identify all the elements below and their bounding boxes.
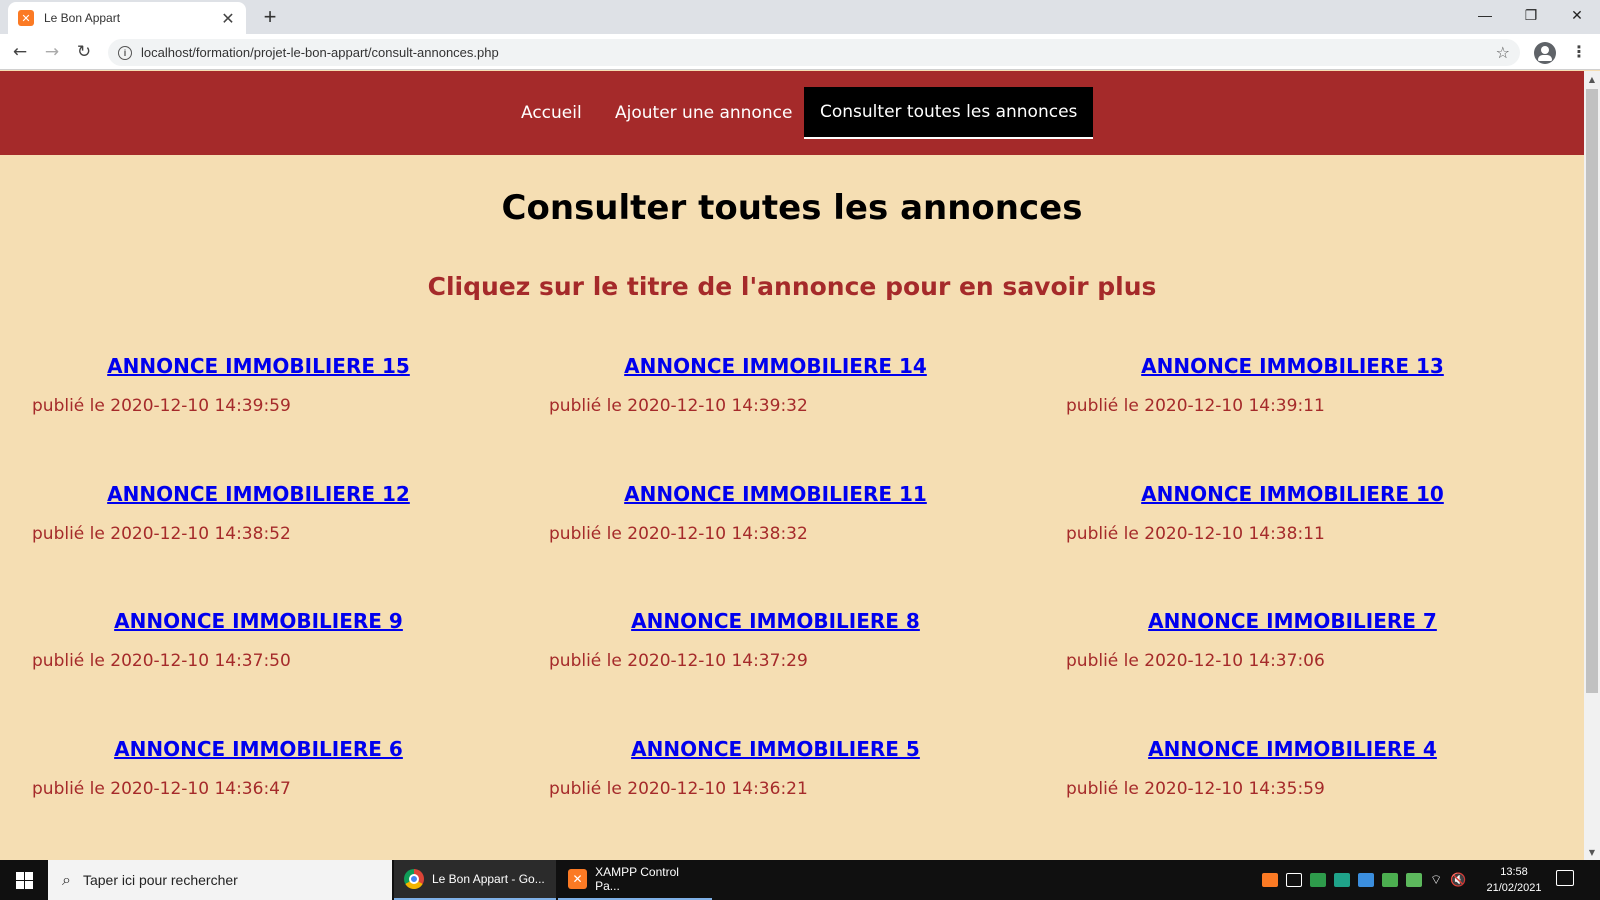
tab-title: Le Bon Appart xyxy=(44,11,121,25)
listing-date: publié le 2020-12-10 14:39:59 xyxy=(32,396,291,416)
listing-title-link[interactable]: ANNONCE IMMOBILIERE 5 xyxy=(517,737,1034,761)
listing-title-link[interactable]: ANNONCE IMMOBILIERE 8 xyxy=(517,609,1034,633)
page-scrollbar[interactable]: ▲ ▼ xyxy=(1584,71,1600,860)
listing-item: ANNONCE IMMOBILIERE 14 publié le 2020-12… xyxy=(517,354,1034,416)
listing-title-link[interactable]: ANNONCE IMMOBILIERE 14 xyxy=(517,354,1034,378)
listing-item: ANNONCE IMMOBILIERE 13 publié le 2020-12… xyxy=(1034,354,1551,416)
listing-date: publié le 2020-12-10 14:36:47 xyxy=(32,779,291,799)
image-tray-icon[interactable] xyxy=(1406,873,1422,887)
tab-close-icon[interactable]: ✕ xyxy=(220,9,236,28)
listing-title-link[interactable]: ANNONCE IMMOBILIERE 13 xyxy=(1034,354,1551,378)
volume-muted-icon[interactable]: 🔇 xyxy=(1450,873,1466,888)
listing-item: ANNONCE IMMOBILIERE 7 publié le 2020-12-… xyxy=(1034,609,1551,671)
clock-date: 21/02/2021 xyxy=(1486,882,1542,894)
app-tray-icon[interactable] xyxy=(1358,873,1374,887)
wifi-icon[interactable]: ⌔ xyxy=(1430,872,1442,888)
browser-tab[interactable]: ✕ Le Bon Appart ✕ xyxy=(8,2,246,34)
os-taskbar: ⌕ Taper ici pour rechercher Le Bon Appar… xyxy=(0,860,1600,900)
listing-title-link[interactable]: ANNONCE IMMOBILIERE 7 xyxy=(1034,609,1551,633)
listing-date: publié le 2020-12-10 14:39:32 xyxy=(549,396,808,416)
nav-ajouter-annonce[interactable]: Ajouter une annonce xyxy=(599,87,808,139)
restore-icon[interactable]: ❐ xyxy=(1508,0,1554,30)
listing-title-link[interactable]: ANNONCE IMMOBILIERE 6 xyxy=(0,737,517,761)
listing-item: ANNONCE IMMOBILIERE 9 publié le 2020-12-… xyxy=(0,609,517,671)
listing-date: publié le 2020-12-10 14:37:50 xyxy=(32,651,291,671)
security-shield-icon[interactable] xyxy=(1310,873,1326,887)
listing-item: ANNONCE IMMOBILIERE 6 publié le 2020-12-… xyxy=(0,737,517,799)
system-tray: ⌔ 🔇 xyxy=(1262,860,1474,900)
listing-title-link[interactable]: ANNONCE IMMOBILIERE 15 xyxy=(0,354,517,378)
taskbar-clock[interactable]: 13:58 21/02/2021 xyxy=(1478,864,1550,896)
scroll-up-icon[interactable]: ▲ xyxy=(1584,71,1600,87)
listing-date: publié le 2020-12-10 14:38:52 xyxy=(32,524,291,544)
taskbar-app-label: Le Bon Appart - Go... xyxy=(432,872,545,886)
search-icon: ⌕ xyxy=(62,870,71,889)
taskbar-app-label: XAMPP Control Pa... xyxy=(595,865,679,893)
bookmark-star-icon[interactable]: ☆ xyxy=(1496,43,1510,62)
browser-menu-icon[interactable]: ⋮ xyxy=(1571,42,1587,61)
address-url[interactable]: localhost/formation/projet-le-bon-appart… xyxy=(141,45,1496,60)
chrome-icon xyxy=(404,869,424,889)
profile-avatar-icon[interactable] xyxy=(1534,42,1556,64)
listing-item: ANNONCE IMMOBILIERE 4 publié le 2020-12-… xyxy=(1034,737,1551,799)
page-title: Consulter toutes les annonces xyxy=(501,188,1083,228)
xampp-icon: ✕ xyxy=(568,869,588,889)
browser-toolbar: ← → ↻ i localhost/formation/projet-le-bo… xyxy=(0,34,1600,70)
window-controls: — ❐ ✕ xyxy=(1462,0,1600,30)
xampp-tray-icon[interactable] xyxy=(1262,873,1278,887)
browser-tab-bar: ✕ Le Bon Appart ✕ + — ❐ ✕ xyxy=(0,0,1600,34)
listing-date: publié le 2020-12-10 14:39:11 xyxy=(1066,396,1325,416)
nav-accueil[interactable]: Accueil xyxy=(505,87,598,139)
minimize-icon[interactable]: — xyxy=(1462,0,1508,30)
listing-title-link[interactable]: ANNONCE IMMOBILIERE 9 xyxy=(0,609,517,633)
listing-date: publié le 2020-12-10 14:38:11 xyxy=(1066,524,1325,544)
clock-time: 13:58 xyxy=(1500,866,1528,878)
nav-consulter-annonces[interactable]: Consulter toutes les annonces xyxy=(804,87,1094,139)
taskbar-app-chrome[interactable]: Le Bon Appart - Go... xyxy=(394,860,556,900)
checkmark-tray-icon[interactable] xyxy=(1382,873,1398,887)
listing-date: publié le 2020-12-10 14:37:29 xyxy=(549,651,808,671)
listing-title-link[interactable]: ANNONCE IMMOBILIERE 10 xyxy=(1034,482,1551,506)
listing-date: publié le 2020-12-10 14:35:59 xyxy=(1066,779,1325,799)
listing-date: publié le 2020-12-10 14:37:06 xyxy=(1066,651,1325,671)
app-tray-icon[interactable] xyxy=(1334,873,1350,887)
listing-item: ANNONCE IMMOBILIERE 10 publié le 2020-12… xyxy=(1034,482,1551,544)
listing-title-link[interactable]: ANNONCE IMMOBILIERE 11 xyxy=(517,482,1034,506)
xampp-favicon-icon: ✕ xyxy=(18,10,34,26)
reload-icon[interactable]: ↻ xyxy=(72,40,96,64)
listing-item: ANNONCE IMMOBILIERE 15 publié le 2020-12… xyxy=(0,354,517,416)
address-bar[interactable]: i localhost/formation/projet-le-bon-appa… xyxy=(108,39,1520,66)
start-button[interactable] xyxy=(0,860,48,900)
taskbar-app-xampp[interactable]: ✕ XAMPP Control Pa... xyxy=(558,860,712,900)
listing-item: ANNONCE IMMOBILIERE 11 publié le 2020-12… xyxy=(517,482,1034,544)
listing-date: publié le 2020-12-10 14:38:32 xyxy=(549,524,808,544)
forward-icon[interactable]: → xyxy=(40,40,64,64)
site-navbar: Accueil Ajouter une annonce Consulter to… xyxy=(0,71,1584,155)
taskbar-search[interactable]: ⌕ Taper ici pour rechercher xyxy=(48,860,392,900)
listing-title-link[interactable]: ANNONCE IMMOBILIERE 4 xyxy=(1034,737,1551,761)
back-icon[interactable]: ← xyxy=(8,40,32,64)
listing-date: publié le 2020-12-10 14:36:21 xyxy=(549,779,808,799)
listing-item: ANNONCE IMMOBILIERE 12 publié le 2020-12… xyxy=(0,482,517,544)
listing-item: ANNONCE IMMOBILIERE 5 publié le 2020-12-… xyxy=(517,737,1034,799)
close-window-icon[interactable]: ✕ xyxy=(1554,0,1600,30)
site-info-icon[interactable]: i xyxy=(118,45,132,60)
listing-item: ANNONCE IMMOBILIERE 8 publié le 2020-12-… xyxy=(517,609,1034,671)
windows-logo-icon xyxy=(15,871,33,889)
listing-title-link[interactable]: ANNONCE IMMOBILIERE 12 xyxy=(0,482,517,506)
new-tab-icon[interactable]: + xyxy=(258,4,282,30)
taskbar-search-placeholder: Taper ici pour rechercher xyxy=(82,872,238,888)
notification-center-icon[interactable] xyxy=(1556,870,1574,886)
scroll-thumb[interactable] xyxy=(1586,89,1598,693)
page-subtitle: Cliquez sur le titre de l'annonce pour e… xyxy=(427,272,1157,301)
scroll-down-icon[interactable]: ▼ xyxy=(1584,844,1600,860)
battery-icon[interactable] xyxy=(1286,873,1302,887)
